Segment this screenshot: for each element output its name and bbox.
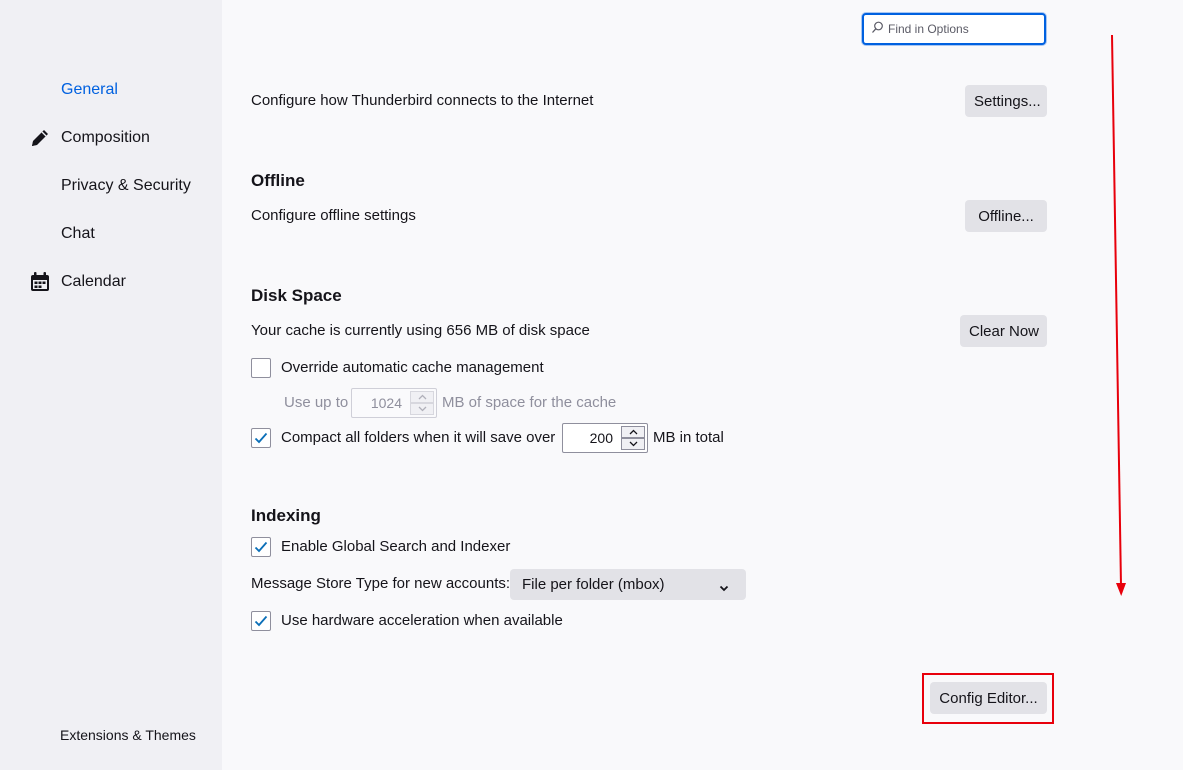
cache-size-input: 1024: [351, 388, 437, 418]
calendar-icon: [28, 270, 52, 294]
sidebar-item-label: Chat: [61, 225, 95, 242]
store-type-select[interactable]: File per folder (mbox): [510, 569, 746, 600]
sidebar-item-label: General: [61, 81, 118, 98]
chevron-up-icon: [410, 391, 434, 403]
compact-folders-label: Compact all folders when it will save ov…: [281, 429, 556, 446]
chevron-up-icon[interactable]: [621, 426, 645, 438]
checkmark-icon: [254, 432, 268, 444]
sidebar-item-general[interactable]: General: [0, 75, 222, 105]
sidebar-item-label: Calendar: [61, 273, 126, 290]
annotation-highlight-box: [922, 673, 1054, 724]
cache-size-value: 1024: [370, 395, 402, 411]
compact-folders-checkbox[interactable]: [251, 428, 271, 448]
hardware-acceleration-label: Use hardware acceleration when available: [281, 612, 563, 629]
use-up-to-label: Use up to: [284, 394, 349, 411]
global-search-label: Enable Global Search and Indexer: [281, 538, 511, 555]
offline-description: Configure offline settings: [251, 207, 416, 224]
store-type-label: Message Store Type for new accounts:: [251, 575, 511, 592]
global-search-checkbox[interactable]: [251, 537, 271, 557]
sidebar-item-chat[interactable]: Chat: [0, 219, 222, 249]
chevron-down-icon[interactable]: [621, 438, 645, 450]
indexing-heading: Indexing: [251, 506, 321, 525]
chevron-down-icon: [410, 403, 434, 415]
search-icon: [871, 21, 884, 38]
clear-cache-button[interactable]: Clear Now: [960, 315, 1047, 347]
override-cache-label: Override automatic cache management: [281, 359, 544, 376]
sidebar: General Composition Privacy & Security C…: [0, 0, 222, 770]
sidebar-item-calendar[interactable]: Calendar: [0, 267, 222, 297]
connection-settings-button[interactable]: Settings...: [965, 85, 1047, 117]
sidebar-item-composition[interactable]: Composition: [0, 123, 222, 153]
annotation-arrow-icon: [1111, 34, 1126, 596]
hardware-acceleration-checkbox[interactable]: [251, 611, 271, 631]
checkmark-icon: [254, 541, 268, 553]
compact-threshold-input[interactable]: 200: [562, 423, 648, 453]
compact-threshold-value: 200: [589, 430, 613, 446]
override-cache-checkbox[interactable]: [251, 358, 271, 378]
sidebar-item-label: Composition: [61, 129, 150, 146]
disk-space-heading: Disk Space: [251, 286, 342, 305]
connection-description: Configure how Thunderbird connects to th…: [251, 92, 594, 109]
compact-threshold-suffix: MB in total: [653, 429, 724, 446]
cache-usage-text: Your cache is currently using 656 MB of …: [251, 322, 590, 339]
offline-heading: Offline: [251, 171, 305, 190]
chevron-down-icon: [719, 579, 729, 596]
sidebar-item-privacy-security[interactable]: Privacy & Security: [0, 171, 222, 201]
checkmark-icon: [254, 615, 268, 627]
extensions-themes-link[interactable]: Extensions & Themes: [60, 727, 196, 743]
sidebar-item-label: Privacy & Security: [61, 177, 191, 194]
store-type-value: File per folder (mbox): [522, 576, 665, 593]
search-input[interactable]: [888, 19, 1038, 39]
cache-size-suffix: MB of space for the cache: [442, 394, 617, 411]
pencil-icon: [28, 126, 52, 150]
find-in-options-search[interactable]: [862, 13, 1046, 45]
offline-settings-button[interactable]: Offline...: [965, 200, 1047, 232]
